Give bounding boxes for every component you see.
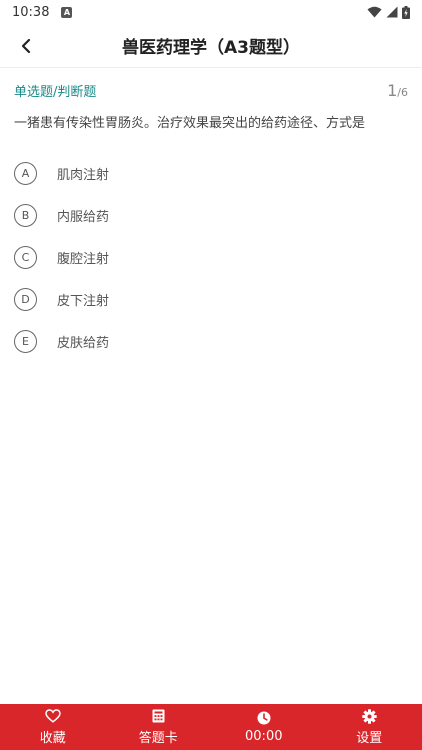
settings-button[interactable]: 设置	[317, 704, 422, 750]
status-bar: 10:38 A	[0, 0, 422, 24]
question-text: 一猪患有传染性胃肠炎。治疗效果最突出的给药途径、方式是	[14, 116, 366, 131]
option-letter: E	[14, 329, 37, 353]
timer-label: 00:00	[245, 729, 283, 744]
page: 10:38 A 兽医药理学（A3题型） 单选题/判断题 1/6 一猪患有传染性胃…	[0, 0, 422, 750]
option-letter: D	[14, 287, 37, 311]
option-text: 内服给药	[57, 209, 110, 225]
gear-icon	[362, 708, 377, 724]
signal-icon	[386, 6, 398, 18]
status-icons	[367, 5, 410, 19]
option-letter: C	[14, 245, 37, 269]
battery-icon	[402, 5, 410, 19]
option-e[interactable]: E 皮肤给药	[14, 320, 408, 362]
question-total: /6	[397, 85, 408, 99]
question-type: 单选题/判断题	[14, 84, 97, 100]
option-d[interactable]: D 皮下注射	[14, 278, 408, 320]
option-b[interactable]: B 内服给药	[14, 194, 408, 236]
timer-button[interactable]: 00:00	[211, 704, 317, 750]
question-progress: 1/6	[387, 81, 408, 100]
option-c[interactable]: C 腹腔注射	[14, 236, 408, 278]
question-meta: 单选题/判断题 1/6	[14, 78, 408, 102]
bottom-toolbar: 收藏 答题卡 00:00 设置	[0, 704, 422, 750]
a-icon: A	[61, 6, 73, 18]
option-letter: B	[14, 203, 37, 227]
status-time: 10:38	[12, 4, 50, 20]
option-letter: A	[14, 161, 37, 185]
answer-card-button[interactable]: 答题卡	[106, 704, 212, 750]
option-list: A 肌肉注射 B 内服给药 C 腹腔注射 D 皮下注射 E 皮肤给药	[14, 152, 408, 362]
settings-label: 设置	[356, 731, 383, 746]
calculator-icon	[152, 708, 165, 724]
option-text: 肌肉注射	[57, 167, 110, 183]
heart-icon	[44, 708, 61, 724]
favorite-label: 收藏	[39, 731, 66, 746]
favorite-button[interactable]: 收藏	[0, 704, 106, 750]
option-text: 皮肤给药	[57, 335, 110, 351]
answer-card-label: 答题卡	[138, 731, 178, 746]
option-a[interactable]: A 肌肉注射	[14, 152, 408, 194]
wifi-icon	[367, 6, 382, 18]
page-title: 兽医药理学（A3题型）	[122, 38, 300, 58]
question-current: 1	[387, 80, 398, 100]
chevron-left-icon	[21, 38, 31, 54]
option-text: 腹腔注射	[57, 251, 110, 267]
back-button[interactable]	[12, 32, 40, 60]
app-header: 兽医药理学（A3题型）	[0, 24, 422, 68]
clock-icon	[257, 710, 271, 726]
option-text: 皮下注射	[57, 293, 110, 309]
